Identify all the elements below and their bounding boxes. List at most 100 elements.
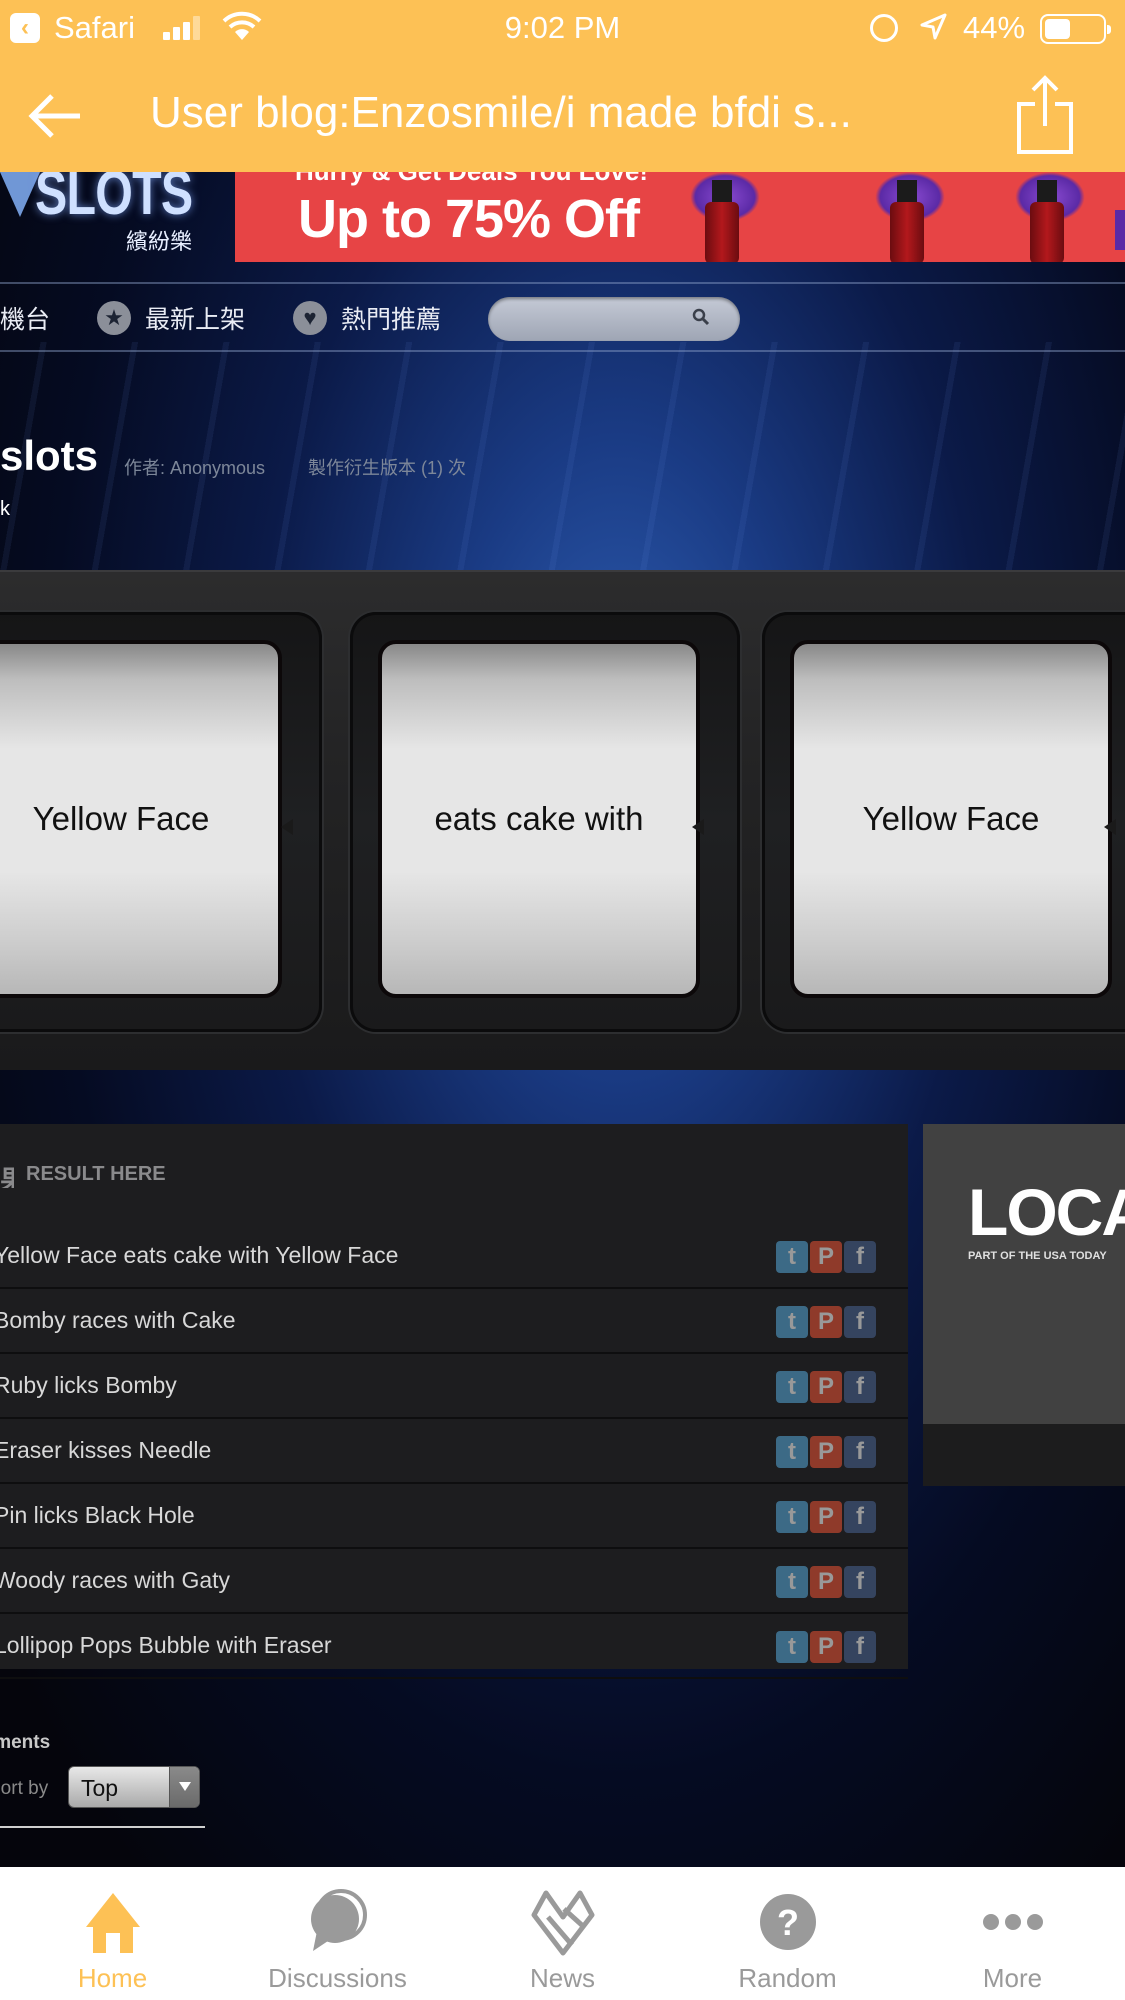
tab-label: News bbox=[529, 1963, 595, 1993]
results-glyph: 果 bbox=[0, 1165, 14, 1188]
home-icon bbox=[85, 1893, 140, 1953]
search-input[interactable] bbox=[488, 297, 740, 341]
tab-label: More bbox=[982, 1963, 1043, 1993]
battery-percent: 44% bbox=[963, 10, 1026, 45]
side-ad[interactable]: LOCA PART OF THE USA TODAY bbox=[923, 1124, 1125, 1486]
result-row: Lollipop Pops Bubble with Eraser t Pf bbox=[0, 1614, 908, 1679]
result-row: Ruby licks Bomby t Pf bbox=[0, 1354, 908, 1419]
tab-home[interactable]: Home bbox=[0, 1867, 225, 2000]
facebook-icon[interactable]: f bbox=[844, 1371, 876, 1403]
pinterest-icon[interactable]: P bbox=[810, 1566, 842, 1598]
logo-cn: 繽紛樂 bbox=[126, 229, 193, 254]
pinterest-icon[interactable]: P bbox=[810, 1306, 842, 1338]
arrow-left-icon[interactable] bbox=[28, 94, 84, 138]
reel-frame: Yellow Face bbox=[0, 612, 322, 1032]
comments-label: Comments bbox=[0, 1732, 51, 1753]
results-header: 果 RESULT HERE bbox=[0, 1160, 166, 1189]
divider bbox=[0, 1826, 205, 1828]
ad-product-image bbox=[875, 172, 945, 262]
sort-select[interactable]: Top bbox=[68, 1766, 200, 1808]
twitter-icon[interactable]: t bbox=[776, 1241, 808, 1273]
battery-icon bbox=[1040, 14, 1111, 44]
side-ad-tagline: PART OF THE USA TODAY bbox=[968, 1250, 1107, 1262]
logo-arrow-icon bbox=[0, 172, 40, 217]
twitter-icon[interactable]: t bbox=[776, 1306, 808, 1338]
nav-label: 最新上架 bbox=[145, 306, 246, 334]
tab-bar: Home Discussions News ? Random More bbox=[0, 1867, 1125, 2000]
pinterest-icon[interactable]: P bbox=[810, 1371, 842, 1403]
slot-machine: Yellow Face eats cake with Yellow Face bbox=[0, 570, 1125, 1070]
facebook-icon[interactable]: f bbox=[844, 1501, 876, 1533]
banner-ad[interactable]: Hurry & Get Deals You Love! Up to 75% Of… bbox=[235, 172, 1125, 262]
site-logo[interactable]: SLOTS 繽紛樂 bbox=[0, 159, 230, 262]
nav-item-popular[interactable]: ♥ 熱門推薦 bbox=[293, 300, 441, 336]
page-title: User blog:Enzosmile/i made bfdi s... bbox=[150, 88, 852, 137]
result-row: Eraser kisses Needle t Pf bbox=[0, 1419, 908, 1484]
facebook-icon[interactable]: f bbox=[844, 1566, 876, 1598]
reel-text: Yellow Face bbox=[32, 800, 210, 837]
result-row: Yellow Face eats cake with Yellow Face t P… bbox=[0, 1224, 908, 1289]
pinterest-icon[interactable]: P bbox=[810, 1436, 842, 1468]
result-text: Woody races with Gaty bbox=[0, 1567, 231, 1593]
results-panel: 果 RESULT HERE Yellow Face eats cake with… bbox=[0, 1124, 908, 1679]
facebook-icon[interactable]: f bbox=[844, 1306, 876, 1338]
reel-frame: Yellow Face bbox=[762, 612, 1125, 1032]
reel-pointer-icon bbox=[281, 819, 293, 835]
reel-pointer-icon bbox=[1104, 819, 1116, 835]
slot-title: slots bbox=[0, 432, 99, 479]
tab-news[interactable]: News bbox=[450, 1867, 675, 2000]
svg-text:?: ? bbox=[777, 1902, 799, 1943]
pinterest-icon[interactable]: P bbox=[810, 1501, 842, 1533]
reel-pointer-icon bbox=[692, 819, 704, 835]
news-icon bbox=[531, 1890, 594, 1956]
clock: 9:02 PM bbox=[504, 10, 621, 45]
result-text: Ruby licks Bomby bbox=[0, 1372, 177, 1398]
facebook-icon[interactable]: f bbox=[844, 1436, 876, 1468]
share-buttons: tPf bbox=[776, 1306, 876, 1338]
tab-random[interactable]: ? Random bbox=[675, 1867, 900, 2000]
twitter-icon[interactable]: t bbox=[776, 1436, 808, 1468]
tab-more[interactable]: More bbox=[900, 1867, 1125, 2000]
share-buttons: tPf bbox=[776, 1566, 876, 1598]
discussions-icon bbox=[310, 1889, 367, 1951]
slot-subtitle: k bbox=[0, 498, 10, 520]
web-content: SLOTS 繽紛樂 Hurry & Get Deals You Love! Up… bbox=[0, 159, 1125, 1867]
result-text: Yellow Face eats cake with Yellow Face bbox=[0, 1242, 399, 1268]
nav-item-machines[interactable]: 機台 bbox=[0, 300, 50, 336]
share-icon[interactable] bbox=[1015, 74, 1075, 154]
result-row: Bomby races with Cake t Pf bbox=[0, 1289, 908, 1354]
twitter-icon[interactable]: t bbox=[776, 1371, 808, 1403]
tab-label: Random bbox=[738, 1963, 837, 1993]
side-ad-brand: LOCA bbox=[968, 1175, 1125, 1249]
ad-product-image bbox=[1015, 172, 1085, 262]
ad-product-image bbox=[690, 172, 760, 262]
random-icon: ? bbox=[759, 1894, 816, 1950]
nav-label: 熱門推薦 bbox=[341, 306, 442, 334]
divider bbox=[0, 350, 1125, 352]
results-header-label: RESULT HERE bbox=[26, 1162, 166, 1185]
twitter-icon[interactable]: t bbox=[776, 1631, 808, 1663]
reel[interactable]: Yellow Face bbox=[0, 640, 282, 998]
tab-discussions[interactable]: Discussions bbox=[225, 1867, 450, 2000]
reel[interactable]: Yellow Face bbox=[790, 640, 1112, 998]
pinterest-icon[interactable]: P bbox=[810, 1241, 842, 1273]
nav-label: 機台 bbox=[0, 306, 51, 334]
reel-text: Yellow Face bbox=[862, 800, 1040, 837]
side-ad-footer bbox=[923, 1424, 1125, 1486]
nav-item-newest[interactable]: ★ 最新上架 bbox=[97, 300, 245, 336]
result-text: Bomby races with Cake bbox=[0, 1307, 236, 1333]
twitter-icon[interactable]: t bbox=[776, 1566, 808, 1598]
star-icon: ★ bbox=[97, 301, 131, 335]
twitter-icon[interactable]: t bbox=[776, 1501, 808, 1533]
result-text: Lollipop Pops Bubble with Eraser bbox=[0, 1632, 332, 1658]
pinterest-icon[interactable]: P bbox=[810, 1631, 842, 1663]
slot-derivatives: 製作衍生版本 (1) 次 bbox=[308, 458, 467, 478]
nav-bar: User blog:Enzosmile/i made bfdi s... bbox=[0, 56, 1125, 172]
share-buttons: tPf bbox=[776, 1631, 876, 1663]
facebook-icon[interactable]: f bbox=[844, 1241, 876, 1273]
ad-button bbox=[1115, 210, 1125, 250]
facebook-icon[interactable]: f bbox=[844, 1631, 876, 1663]
reel[interactable]: eats cake with bbox=[378, 640, 700, 998]
sort-label: Sort by bbox=[0, 1778, 49, 1799]
slot-author[interactable]: 作者: Anonymous bbox=[124, 454, 265, 480]
